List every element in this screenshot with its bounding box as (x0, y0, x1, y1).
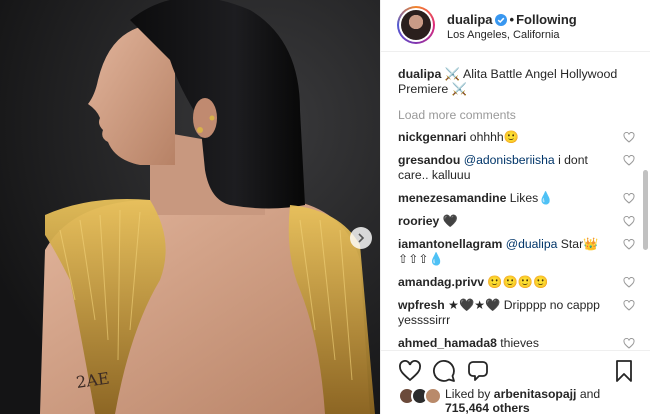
liker-avatar (424, 387, 442, 405)
comment-username[interactable]: iamantonellagram (398, 237, 502, 251)
comment-text: 🙂🙂🙂🙂 (487, 275, 549, 289)
post-photo[interactable]: 2AE (0, 0, 380, 414)
post-header: dualipa • Following Los Angeles, Californi… (381, 0, 650, 52)
comment-like-icon[interactable] (623, 277, 635, 288)
location-link[interactable]: Los Angeles, California (447, 29, 560, 41)
likes-prefix: Liked by (445, 387, 491, 401)
comment-item: wpfresh ★🖤★🖤 Dripppp no cappp yessssirrr (398, 298, 635, 328)
comment-like-icon[interactable] (623, 239, 635, 250)
chevron-right-icon (358, 233, 365, 243)
share-button[interactable] (465, 358, 491, 384)
header-username[interactable]: dualipa (447, 12, 493, 27)
following-button[interactable]: Following (516, 12, 577, 27)
verified-badge-icon (494, 14, 507, 29)
comment-like-icon[interactable] (623, 193, 635, 204)
heart-outline-icon (399, 360, 421, 382)
comment-text: Likes💧 (509, 191, 554, 205)
bookmark-icon (616, 360, 632, 382)
post-side-panel: dualipa • Following Los Angeles, Californi… (380, 0, 650, 414)
comment-item: rooriey 🖤 (398, 214, 635, 229)
comment-like-icon[interactable] (623, 132, 635, 143)
likes-text: Liked by arbenitasopajj and 715,464 othe… (445, 387, 600, 414)
avatar[interactable] (397, 6, 435, 44)
liker-avatars[interactable] (398, 387, 442, 409)
comment-text: ohhhh🙂 (469, 130, 519, 144)
post-footer: Liked by arbenitasopajj and 715,464 othe… (381, 350, 650, 414)
comment-item: amandag.privv 🙂🙂🙂🙂 (398, 275, 635, 290)
comment-text: thieves (500, 336, 539, 350)
comment-item: gresandou @adonisberiisha i dont care.. … (398, 153, 635, 183)
post-caption: dualipa ⚔️ Alita Battle Angel Hollywood … (398, 67, 629, 97)
comment-item: nickgennari ohhhh🙂 (398, 130, 635, 145)
comment-text: 🖤 (442, 214, 458, 228)
caption-username[interactable]: dualipa (398, 67, 441, 81)
comment-like-icon[interactable] (623, 155, 635, 166)
likes-and: and (579, 387, 601, 401)
comment-username[interactable]: amandag.privv (398, 275, 484, 289)
comment-bubble-icon (433, 360, 455, 382)
comment-item: ahmed_hamada8 thieves (398, 336, 635, 350)
share-icon (468, 361, 488, 381)
comment-like-icon[interactable] (623, 338, 635, 349)
comment-button[interactable] (431, 358, 457, 384)
comment-username[interactable]: nickgennari (398, 130, 466, 144)
separator-dot: • (509, 12, 515, 27)
comment-item: menezesamandine Likes💧 (398, 191, 635, 206)
likes-count[interactable]: 715,464 others (445, 401, 530, 414)
comment-like-icon[interactable] (623, 216, 635, 227)
comments-list[interactable]: dualipa ⚔️ Alita Battle Angel Hollywood … (381, 53, 650, 350)
likes-by-username[interactable]: arbenitasopajj (494, 387, 577, 401)
load-more-comments-button[interactable]: Load more comments (398, 108, 629, 122)
comment-username[interactable]: rooriey (398, 214, 439, 228)
post-image: 2AE (0, 0, 380, 414)
comment-item: iamantonellagram @dualipa Star👑⇧⇧⇧💧 (398, 237, 635, 267)
comment-like-icon[interactable] (623, 300, 635, 311)
save-button[interactable] (613, 358, 635, 384)
comment-mention[interactable]: @dualipa (506, 237, 558, 251)
comment-username[interactable]: ahmed_hamada8 (398, 336, 497, 350)
next-photo-button[interactable] (350, 227, 372, 249)
comments-scrollbar[interactable] (643, 170, 648, 250)
comment-username[interactable]: menezesamandine (398, 191, 506, 205)
comment-mention[interactable]: @adonisberiisha (464, 153, 555, 167)
likes-summary: Liked by arbenitasopajj and 715,464 othe… (398, 387, 600, 414)
like-button[interactable] (397, 358, 423, 384)
comment-username[interactable]: gresandou (398, 153, 460, 167)
comment-username[interactable]: wpfresh (398, 298, 445, 312)
